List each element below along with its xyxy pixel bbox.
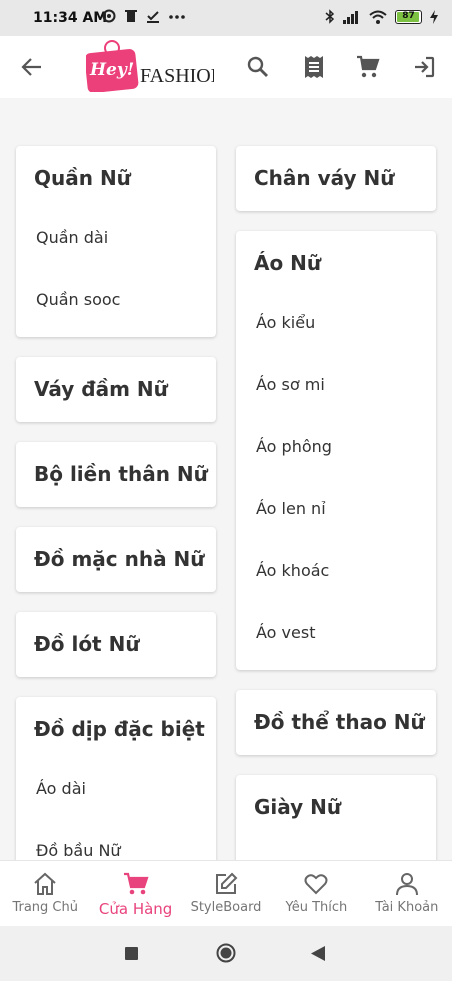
system-icons: 87	[325, 9, 438, 24]
category-title[interactable]: Quần Nữ	[16, 146, 216, 207]
logo-hey-text: Hey!	[90, 60, 135, 80]
nav-styleboard-label: StyleBoard	[190, 900, 262, 915]
brand-logo: Hey! FASHION	[86, 38, 214, 92]
category-card-do-lot-nu: Đồ lót Nữ	[16, 612, 216, 677]
subcategory-item[interactable]: Quần sooc	[16, 269, 216, 331]
nav-account[interactable]: Tài Khoản	[362, 861, 452, 926]
signal-icon	[343, 10, 358, 24]
nav-styleboard[interactable]: StyleBoard	[181, 861, 271, 926]
subcategory-item[interactable]: Áo sơ mi	[236, 354, 436, 416]
receipt-icon	[305, 56, 323, 78]
category-card-quan-nu: Quần Nữ Quần dài Quần sooc	[16, 146, 216, 337]
subcategory-item[interactable]: Áo len nỉ	[236, 478, 436, 540]
more-dots-icon	[169, 15, 185, 19]
app-bar	[0, 36, 452, 98]
nav-home-label: Trang Chủ	[12, 900, 78, 915]
subcategory-item[interactable]: Áo kiểu	[236, 292, 436, 354]
category-title[interactable]: Giày Nữ	[236, 775, 436, 840]
logo-fashion-text: FASHION	[140, 65, 214, 87]
category-card-chan-vay-nu: Chân váy Nữ	[236, 146, 436, 211]
bottom-navigation: Trang Chủ Cửa Hàng StyleBoard Yêu Thích …	[0, 860, 452, 926]
bluetooth-icon	[325, 9, 335, 24]
search-button[interactable]	[240, 49, 276, 85]
subcategory-item[interactable]: Đồ bầu Nữ	[16, 820, 216, 860]
nav-favorites[interactable]: Yêu Thích	[271, 861, 361, 926]
subcategory-item[interactable]: Áo vest	[236, 602, 436, 664]
subcategory-item[interactable]: Áo dài	[16, 758, 216, 820]
charging-icon	[430, 9, 438, 24]
subcategory-item[interactable]: Áo khoác	[236, 540, 436, 602]
subcategory-item[interactable]: Quần dài	[16, 207, 216, 269]
wifi-icon	[369, 10, 387, 24]
subcategory-item[interactable]: Áo phông	[236, 416, 436, 478]
home-icon	[34, 872, 56, 895]
category-title[interactable]: Đồ mặc nhà Nữ	[16, 527, 216, 592]
person-icon	[395, 873, 418, 896]
status-bar: 11:34 AM 87	[0, 0, 452, 36]
system-navigation-bar	[0, 926, 452, 981]
sync-icon	[102, 9, 116, 23]
edit-icon	[216, 872, 238, 894]
nav-store-label: Cửa Hàng	[98, 900, 173, 918]
category-title[interactable]: Đồ lót Nữ	[16, 612, 216, 677]
heart-icon	[304, 874, 328, 895]
shopping-cart-icon	[357, 55, 380, 78]
category-title[interactable]: Bộ liền thân Nữ	[16, 442, 216, 507]
trash-icon	[125, 10, 137, 22]
category-card-vay-dam-nu: Váy đầm Nữ	[16, 357, 216, 422]
notification-icons	[102, 9, 185, 23]
cart-icon	[123, 872, 149, 895]
nav-account-label: Tài Khoản	[375, 900, 439, 915]
category-grid: Quần Nữ Quần dài Quần sooc Váy đầm Nữ Bộ…	[0, 98, 452, 860]
logout-icon	[415, 56, 435, 78]
category-title[interactable]: Chân váy Nữ	[236, 146, 436, 211]
status-time: 11:34 AM	[33, 10, 108, 26]
nav-home[interactable]: Trang Chủ	[0, 861, 90, 926]
arrow-back-icon	[21, 58, 41, 76]
search-icon	[247, 56, 268, 77]
back-triangle-icon[interactable]	[311, 946, 325, 961]
logout-button[interactable]	[406, 49, 442, 85]
category-title[interactable]: Đồ thể thao Nữ	[236, 690, 436, 755]
category-card-do-the-thao-nu: Đồ thể thao Nữ	[236, 690, 436, 755]
nav-favorites-label: Yêu Thích	[285, 900, 348, 915]
battery-icon: 87	[395, 9, 422, 24]
download-done-icon	[147, 11, 159, 23]
category-column-left: Quần Nữ Quần dài Quần sooc Váy đầm Nữ Bộ…	[16, 146, 216, 860]
back-button[interactable]	[14, 49, 50, 85]
battery-level: 87	[402, 10, 415, 21]
category-title[interactable]: Áo Nữ	[236, 231, 436, 292]
category-column-right: Chân váy Nữ Áo Nữ Áo kiểu Áo sơ mi Áo ph…	[236, 146, 436, 860]
recents-square-icon[interactable]	[125, 947, 138, 960]
cart-button[interactable]	[350, 49, 386, 85]
category-card-bo-lien-than-nu: Bộ liền thân Nữ	[16, 442, 216, 507]
home-circle-icon[interactable]	[216, 943, 236, 963]
receipt-button[interactable]	[296, 49, 332, 85]
category-title[interactable]: Váy đầm Nữ	[16, 357, 216, 422]
nav-store[interactable]: Cửa Hàng	[90, 861, 180, 926]
category-card-ao-nu: Áo Nữ Áo kiểu Áo sơ mi Áo phông Áo len n…	[236, 231, 436, 670]
category-card-do-dip-dac-biet: Đồ dịp đặc biệt Áo dài Đồ bầu Nữ	[16, 697, 216, 860]
category-card-do-mac-nha-nu: Đồ mặc nhà Nữ	[16, 527, 216, 592]
category-title[interactable]: Đồ dịp đặc biệt	[16, 697, 216, 758]
category-card-giay-nu: Giày Nữ	[236, 775, 436, 860]
